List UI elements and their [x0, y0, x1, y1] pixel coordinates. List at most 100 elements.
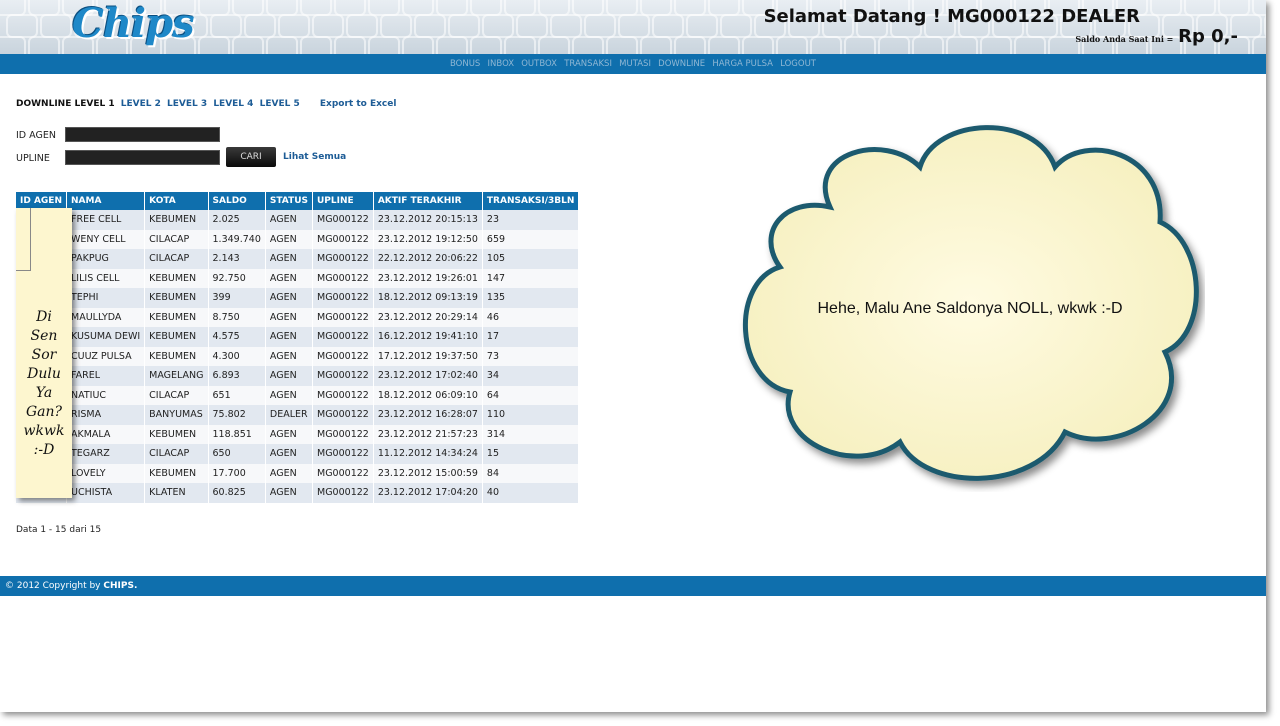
column-header[interactable]: UPLINE: [312, 192, 374, 210]
table-cell: 18.12.2012 06:09:10: [373, 385, 483, 405]
table-cell: MG000122: [312, 424, 374, 444]
header-tile: [28, 36, 60, 54]
table-cell: 147: [482, 268, 580, 288]
header-tile: [1252, 36, 1266, 54]
header-tile: [720, 14, 752, 38]
table-cell: MG000122: [312, 327, 374, 347]
nav-inbox[interactable]: INBOX: [488, 54, 515, 74]
table-cell: MG000122: [312, 444, 374, 464]
column-header[interactable]: SALDO: [208, 192, 266, 210]
nav-logout[interactable]: LOGOUT: [780, 54, 816, 74]
table-cell: 2.025: [208, 210, 266, 230]
table-cell: MG000122: [312, 210, 374, 230]
table-cell: 6.893: [208, 366, 266, 386]
column-header[interactable]: TRANSAKSI/3BLN: [482, 192, 580, 210]
balance-line: Saldo Anda Saat Ini = Rp 0,-: [1075, 26, 1238, 47]
nav-outbox[interactable]: OUTBOX: [521, 54, 557, 74]
table-row: CUUZ PULSA KEBUMEN 4.300 AGEN MG000122 17.12.…: [16, 346, 580, 366]
header-tile: [1252, 0, 1266, 16]
header-tile: [40, 14, 72, 38]
column-header[interactable]: NAMA: [66, 192, 146, 210]
table-cell: 16.12.2012 19:41:10: [373, 327, 483, 347]
header: Chips Selamat Datang ! MG000122 DEALER S…: [0, 0, 1266, 54]
table-cell: MAGELANG: [144, 366, 209, 386]
header-tile: [380, 14, 412, 38]
id-agen-input[interactable]: [65, 127, 220, 142]
welcome-text: Selamat Datang ! MG000122 DEALER: [763, 6, 1140, 27]
header-tile: [312, 14, 344, 38]
table-cell: FAREL: [66, 366, 146, 386]
table-cell: 399: [208, 288, 266, 308]
header-tile: [1264, 14, 1266, 38]
table-cell: LOVELY: [66, 463, 146, 483]
table-cell: MG000122: [312, 385, 374, 405]
header-tile: [550, 14, 582, 38]
tab-level-2[interactable]: LEVEL 2: [121, 99, 161, 109]
table-cell: KEBUMEN: [144, 268, 209, 288]
column-header[interactable]: KOTA: [144, 192, 209, 210]
upline-input[interactable]: [65, 150, 220, 165]
table-cell: KLATEN: [144, 483, 209, 503]
table-row: WENY CELL CILACAP 1.349.740 AGEN MG000122 23.…: [16, 229, 580, 249]
tab-level-5[interactable]: LEVEL 5: [260, 99, 300, 109]
table-cell: KEBUMEN: [144, 424, 209, 444]
tab-level-3[interactable]: LEVEL 3: [167, 99, 207, 109]
header-tile: [6, 14, 38, 38]
table-row: MFREE CELLKEBUMEN2.025AGENMG00012223.12.…: [16, 210, 580, 230]
table-cell: 659: [482, 229, 580, 249]
header-tile: [278, 14, 310, 38]
table-cell: MAULLYDA: [66, 307, 146, 327]
table-cell: MG000122: [312, 307, 374, 327]
table-cell: 73: [482, 346, 580, 366]
table-cell: KEBUMEN: [144, 210, 209, 230]
nav-bonus[interactable]: BONUS: [450, 54, 480, 74]
column-header[interactable]: AKTIF TERAKHIR: [373, 192, 483, 210]
table-cell: 105: [482, 249, 580, 269]
column-header[interactable]: STATUS: [265, 192, 314, 210]
tab-level-4[interactable]: LEVEL 4: [213, 99, 253, 109]
table-cell: TEGARZ: [66, 444, 146, 464]
header-tile: [448, 14, 480, 38]
show-all-link[interactable]: Lihat Semua: [283, 152, 346, 162]
sticky-note: Di Sen Sor Dulu Ya Gan? wkwk:-D: [16, 208, 72, 498]
table-cell: 60.825: [208, 483, 266, 503]
table-cell: AGEN: [265, 385, 314, 405]
table-cell: MG000122: [312, 366, 374, 386]
export-excel-link[interactable]: Export to Excel: [320, 99, 397, 109]
table-cell: AGEN: [265, 444, 314, 464]
table-cell: AGEN: [265, 327, 314, 347]
header-tile: [0, 36, 26, 54]
header-tile: [232, 36, 264, 54]
table-cell: NATIUC: [66, 385, 146, 405]
table-cell: MG000122: [312, 483, 374, 503]
table-cell: AGEN: [265, 483, 314, 503]
search-button[interactable]: CARI: [226, 147, 276, 167]
header-tile: [652, 14, 684, 38]
table-cell: AGEN: [265, 424, 314, 444]
table-cell: MG000122: [312, 346, 374, 366]
table-row: KUSUMA DEWI KEBUMEN 4.575 AGEN MG000122 16.12…: [16, 327, 580, 347]
header-tile: [640, 36, 672, 54]
tab-level-1[interactable]: DOWNLINE LEVEL 1: [16, 99, 115, 109]
header-tile: [946, 36, 978, 54]
note-line: Ya: [35, 385, 53, 401]
table-cell: 11.12.2012 14:34:24: [373, 444, 483, 464]
header-tile: [686, 14, 718, 38]
nav-mutasi[interactable]: MUTASI: [619, 54, 651, 74]
table-row: UCHISTA KLATEN 60.825 AGEN MG000122 23.12.201…: [16, 483, 580, 503]
upline-label: UPLINE: [16, 153, 50, 164]
nav-harga-pulsa[interactable]: HARGA PULSA: [712, 54, 773, 74]
table-cell: AGEN: [265, 463, 314, 483]
header-tile: [470, 36, 502, 54]
table-cell: 118.851: [208, 424, 266, 444]
table-cell: AGEN: [265, 346, 314, 366]
nav-transaksi[interactable]: TRANSAKSI: [564, 54, 612, 74]
nav-downline[interactable]: DOWNLINE: [658, 54, 705, 74]
header-tile: [436, 36, 468, 54]
table-cell: AGEN: [265, 229, 314, 249]
header-tile: [572, 36, 604, 54]
header-tile: [912, 36, 944, 54]
table-cell: 23.12.2012 19:26:01: [373, 268, 483, 288]
chips-logo[interactable]: Chips: [72, 0, 195, 47]
header-tile: [810, 36, 842, 54]
